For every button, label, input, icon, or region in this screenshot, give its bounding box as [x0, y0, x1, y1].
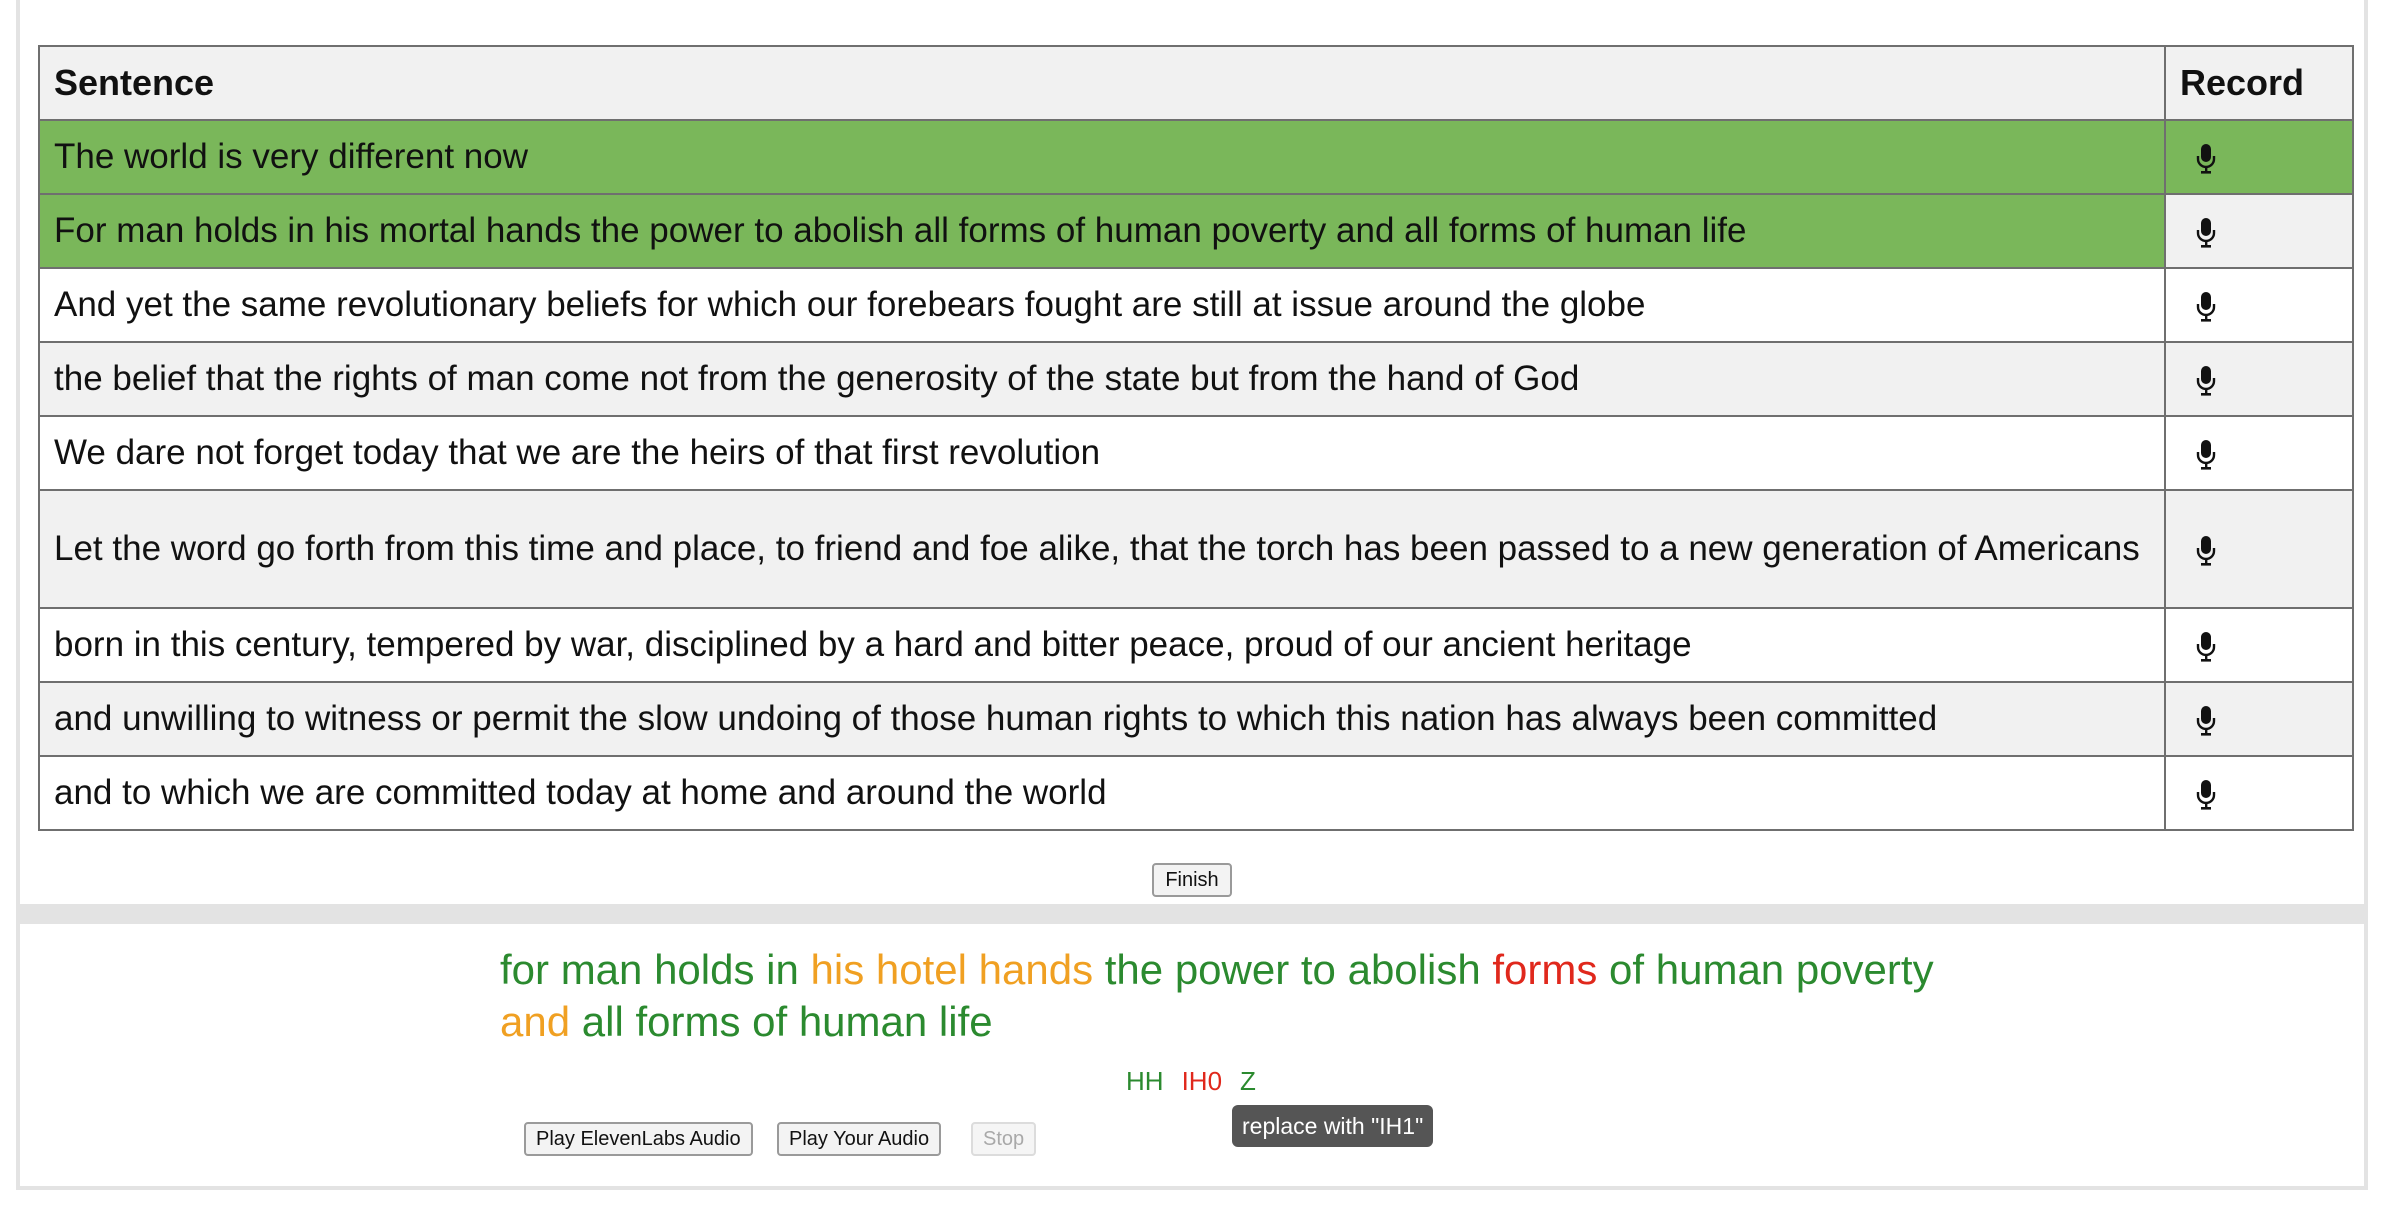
table-row: Let the word go forth from this time and… — [38, 489, 2354, 609]
record-cell — [2164, 607, 2354, 683]
app-root: Sentence Record The world is very differ… — [0, 0, 2390, 1224]
pronunciation-feedback: for man holds in his hotel hands the pow… — [500, 944, 1940, 1048]
sentence-text: the belief that the rights of man come n… — [38, 341, 2166, 417]
play-elevenlabs-audio-button[interactable]: Play ElevenLabs Audio — [524, 1122, 753, 1156]
feedback-word[interactable]: and — [500, 998, 570, 1045]
phoneme[interactable]: HH — [1126, 1066, 1164, 1096]
sentence-text: born in this century, tempered by war, d… — [38, 607, 2166, 683]
table-row: and unwilling to witness or permit the s… — [38, 681, 2354, 757]
phoneme[interactable]: Z — [1240, 1066, 1256, 1096]
table-row: For man holds in his mortal hands the po… — [38, 193, 2354, 269]
feedback-word[interactable]: forms — [1492, 946, 1597, 993]
feedback-word[interactable]: his — [811, 946, 865, 993]
table-row: And yet the same revolutionary beliefs f… — [38, 267, 2354, 343]
feedback-word[interactable]: abolish — [1348, 946, 1481, 993]
play-your-audio-button[interactable]: Play Your Audio — [777, 1122, 942, 1156]
feedback-word[interactable]: man — [561, 946, 643, 993]
sentence-text: and unwilling to witness or permit the s… — [38, 681, 2166, 757]
record-cell — [2164, 755, 2354, 831]
sentence-text: The world is very different now — [38, 119, 2166, 195]
table-row: and to which we are committed today at h… — [38, 755, 2354, 831]
microphone-icon[interactable] — [2196, 364, 2216, 398]
phoneme[interactable]: IH0 — [1182, 1066, 1222, 1096]
microphone-icon[interactable] — [2196, 438, 2216, 472]
feedback-word[interactable]: in — [766, 946, 799, 993]
phoneme-breakdown: HH IH0 Z — [1126, 1066, 1274, 1097]
table-row: born in this century, tempered by war, d… — [38, 607, 2354, 683]
table-row: We dare not forget today that we are the… — [38, 415, 2354, 491]
feedback-word[interactable]: the — [1105, 946, 1163, 993]
sentence-text: And yet the same revolutionary beliefs f… — [38, 267, 2166, 343]
feedback-word[interactable]: for — [500, 946, 549, 993]
finish-button[interactable]: Finish — [1152, 863, 1232, 897]
sentence-table: Sentence Record The world is very differ… — [38, 45, 2354, 831]
feedback-word[interactable]: forms — [635, 998, 740, 1045]
microphone-icon[interactable] — [2196, 216, 2216, 250]
record-cell — [2164, 681, 2354, 757]
record-cell — [2164, 489, 2354, 609]
microphone-icon[interactable] — [2196, 534, 2216, 568]
record-cell — [2164, 193, 2354, 269]
sentence-table-body: The world is very different now For man h… — [38, 119, 2354, 831]
table-row: the belief that the rights of man come n… — [38, 341, 2354, 417]
feedback-word[interactable]: human — [1656, 946, 1784, 993]
microphone-icon[interactable] — [2196, 630, 2216, 664]
feedback-word[interactable]: life — [939, 998, 993, 1045]
sentence-text: and to which we are committed today at h… — [38, 755, 2166, 831]
microphone-icon[interactable] — [2196, 142, 2216, 176]
microphone-icon[interactable] — [2196, 704, 2216, 738]
table-header-row: Sentence Record — [38, 45, 2354, 121]
feedback-word[interactable]: all — [582, 998, 624, 1045]
sentence-text: Let the word go forth from this time and… — [38, 489, 2166, 609]
feedback-word[interactable]: poverty — [1796, 946, 1934, 993]
feedback-word[interactable]: hotel — [876, 946, 967, 993]
record-column-header: Record — [2164, 45, 2354, 121]
feedback-word[interactable]: human — [799, 998, 927, 1045]
sentence-text: We dare not forget today that we are the… — [38, 415, 2166, 491]
table-row: The world is very different now — [38, 119, 2354, 195]
sentence-text: For man holds in his mortal hands the po… — [38, 193, 2166, 269]
record-cell — [2164, 267, 2354, 343]
feedback-word[interactable]: power — [1175, 946, 1289, 993]
record-cell — [2164, 415, 2354, 491]
microphone-icon[interactable] — [2196, 290, 2216, 324]
record-cell — [2164, 119, 2354, 195]
microphone-icon[interactable] — [2196, 778, 2216, 812]
feedback-word[interactable]: holds — [654, 946, 754, 993]
record-cell — [2164, 341, 2354, 417]
panel-divider — [16, 904, 2368, 920]
stop-button[interactable]: Stop — [971, 1122, 1037, 1156]
phoneme-suggestion-tooltip: replace with "IH1" — [1232, 1105, 1434, 1147]
feedback-word[interactable]: hands — [979, 946, 1093, 993]
feedback-word[interactable]: to — [1301, 946, 1336, 993]
sentence-column-header: Sentence — [38, 45, 2166, 121]
feedback-word[interactable]: of — [1609, 946, 1644, 993]
feedback-word[interactable]: of — [752, 998, 787, 1045]
